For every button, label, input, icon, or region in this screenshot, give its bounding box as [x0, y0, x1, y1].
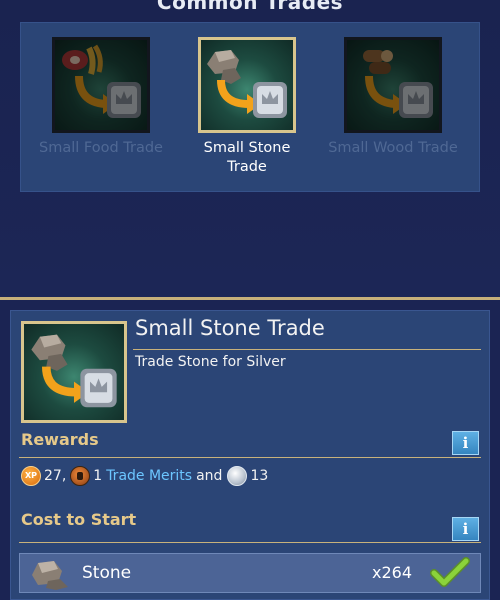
rewards-info-icon[interactable]: i	[452, 431, 479, 455]
trade-card-label: Small Stone Trade	[203, 140, 291, 175]
section-title: Common Trades	[156, 0, 344, 14]
exchange-arrow-icon	[42, 366, 77, 397]
silver-coin-icon	[227, 466, 248, 486]
cost-info-icon[interactable]: i	[452, 517, 479, 541]
detail-description: Trade Stone for Silver	[135, 354, 286, 370]
cost-header: Cost to Start	[21, 510, 137, 529]
cost-item-quantity: x264	[372, 563, 413, 582]
cost-item-name: Stone	[82, 563, 132, 583]
detail-title: Small Stone Trade	[135, 316, 325, 340]
cost-row-stone: Stone x264	[19, 553, 481, 593]
xp-value: 27,	[44, 468, 67, 484]
silver-ingot-icon	[80, 368, 117, 408]
silver-value: 13	[250, 468, 269, 484]
rewards-divider	[19, 457, 481, 458]
and-text: and	[196, 468, 223, 484]
trade-detail-region: Small Stone Trade Trade Stone for Silver…	[0, 300, 500, 600]
exchange-arrow-icon	[217, 79, 250, 108]
wheat-icon	[86, 44, 103, 75]
trade-merits-link[interactable]: Trade Merits	[106, 468, 192, 484]
stone-icon	[31, 334, 68, 371]
trade-detail-panel: Small Stone Trade Trade Stone for Silver…	[10, 310, 490, 600]
trade-merit-icon	[70, 466, 91, 486]
silver-ingot-icon	[253, 82, 287, 118]
trade-illustration	[363, 50, 433, 118]
trade-card-small-wood[interactable]: Small Wood Trade	[328, 37, 458, 158]
exchange-arrow-icon	[365, 75, 396, 108]
xp-coin-icon: XP	[21, 466, 41, 486]
exchange-arrow-icon	[75, 75, 106, 108]
detail-trade-illustration	[31, 334, 117, 408]
detail-thumbnail	[21, 321, 127, 423]
silver-ingot-icon	[399, 82, 433, 118]
rewards-line: XP 27, 1 Trade Merits and 13	[21, 465, 268, 487]
trade-card-small-stone[interactable]: Small Stone Trade	[182, 37, 312, 177]
common-trades-region: Common Trades Small Food Trade Small Sto…	[0, 0, 500, 298]
silver-ingot-icon	[107, 82, 141, 118]
merit-value: 1	[93, 468, 103, 484]
trade-card-small-food[interactable]: Small Food Trade	[36, 37, 166, 158]
trade-illustration	[207, 50, 287, 118]
wood-log-icon	[363, 50, 393, 74]
stone-icon	[32, 561, 68, 590]
trade-card-label: Small Food Trade	[39, 140, 163, 156]
stone-icon	[207, 50, 241, 84]
trade-list-panel: Small Food Trade Small Stone Trade Small…	[20, 22, 480, 192]
meat-icon	[62, 50, 88, 70]
rewards-header: Rewards	[21, 430, 99, 449]
checkmark-icon	[430, 557, 470, 587]
trade-thumbnail-stone	[198, 37, 296, 133]
trade-thumbnail-wood	[344, 37, 442, 133]
title-divider	[133, 349, 481, 350]
trade-thumbnail-food	[52, 37, 150, 133]
trade-card-label: Small Wood Trade	[328, 140, 458, 156]
cost-divider	[19, 542, 481, 543]
trade-illustration	[62, 44, 141, 118]
